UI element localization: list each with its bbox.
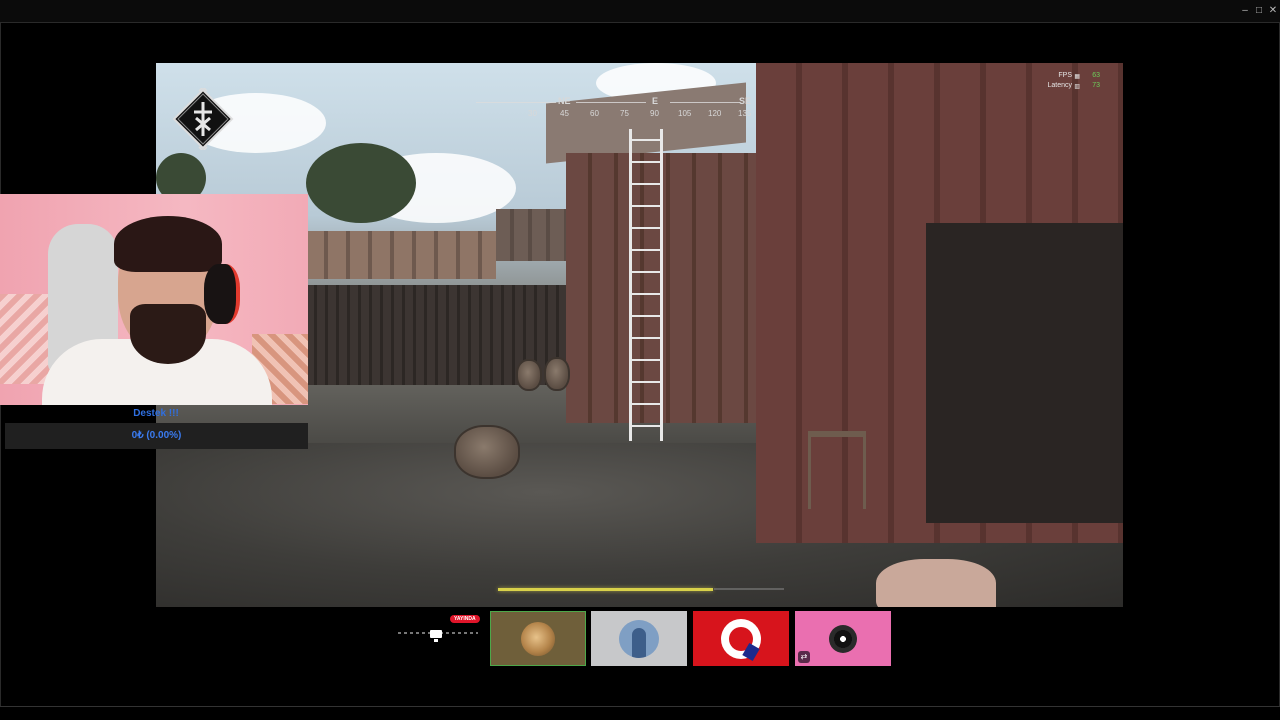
latency-value: 73 bbox=[1092, 82, 1100, 89]
donation-title: Destek !!! bbox=[133, 408, 179, 419]
maximize-button[interactable]: □ bbox=[1252, 4, 1266, 18]
stamina-bar bbox=[498, 588, 713, 591]
compass-tick: 45 bbox=[560, 109, 569, 118]
ladder-rung bbox=[629, 381, 663, 383]
ladder-rung bbox=[629, 403, 663, 405]
barrel bbox=[544, 357, 570, 391]
ladder-rail-left bbox=[629, 129, 632, 441]
monitor-icon bbox=[430, 630, 442, 638]
barn-doorway bbox=[926, 223, 1123, 523]
webcam-overlay bbox=[0, 194, 308, 405]
ladder-rung bbox=[629, 161, 663, 163]
tree bbox=[306, 143, 416, 223]
ladder-rung bbox=[629, 227, 663, 229]
person-tile[interactable] bbox=[591, 611, 687, 666]
streamer-hair bbox=[114, 216, 222, 272]
ladder-rung bbox=[629, 337, 663, 339]
fort-walkway bbox=[306, 231, 496, 279]
compass-tick: 135 bbox=[738, 109, 752, 118]
performance-overlay: FPS ▦ 63 Latency ▥ 73 bbox=[1034, 71, 1100, 91]
person-icon bbox=[619, 619, 659, 658]
compass-dir-e: E bbox=[652, 96, 659, 106]
compass-emblem-icon bbox=[172, 88, 234, 150]
ladder-rung bbox=[629, 293, 663, 295]
vinyl-icon bbox=[829, 624, 857, 653]
compass-tick: 60 bbox=[590, 109, 599, 118]
latency-icon: ▥ bbox=[1074, 84, 1080, 90]
live-badge: YAYINDA bbox=[450, 615, 480, 623]
compass-dir-se: SE bbox=[739, 96, 752, 106]
barrel bbox=[516, 359, 542, 391]
minimize-button[interactable]: – bbox=[1238, 4, 1252, 18]
compass-tick: 75 bbox=[620, 109, 629, 118]
monitor-stand bbox=[434, 639, 438, 642]
streamer-beard bbox=[130, 304, 206, 364]
ladder-rung bbox=[629, 139, 663, 141]
headset-icon bbox=[204, 264, 240, 324]
window-bottom-divider bbox=[0, 706, 1280, 707]
share-icon: ⇄ bbox=[798, 651, 810, 663]
ladder-rung bbox=[629, 205, 663, 207]
donation-progress-bar: 0₺ (0.00%) bbox=[5, 423, 308, 449]
compass-tick: 120 bbox=[708, 109, 722, 118]
music-tile[interactable]: ⇄ bbox=[795, 611, 891, 666]
ladder-rung bbox=[629, 183, 663, 185]
ladder-rung bbox=[629, 271, 663, 273]
compass-tick: 105 bbox=[678, 109, 692, 118]
snail-tile[interactable] bbox=[490, 611, 586, 666]
stamina-bar-remainder bbox=[714, 588, 784, 590]
ladder-rung bbox=[629, 359, 663, 361]
red-logo-icon bbox=[721, 618, 761, 661]
watch-tower bbox=[496, 209, 570, 261]
latency-label: Latency bbox=[1047, 82, 1072, 89]
ladder-rung bbox=[629, 425, 663, 427]
barrel bbox=[454, 425, 520, 479]
stool bbox=[808, 431, 866, 509]
player-hand bbox=[876, 559, 996, 607]
ladder-rail-right bbox=[660, 129, 663, 441]
close-button[interactable]: ✕ bbox=[1266, 4, 1280, 18]
ladder-rung bbox=[629, 249, 663, 251]
live-indicator: YAYINDA bbox=[394, 612, 484, 652]
compass-tick: 90 bbox=[650, 109, 659, 118]
compass-dir-ne: NE bbox=[558, 96, 571, 106]
red-logo-tile[interactable] bbox=[693, 611, 789, 666]
ladder-rung bbox=[629, 315, 663, 317]
snail-icon bbox=[521, 621, 555, 656]
window-titlebar: – □ ✕ bbox=[0, 0, 1280, 23]
fps-label: FPS bbox=[1058, 72, 1072, 79]
compass-bar: NE E SE 30 45 60 75 90 105 120 135 bbox=[456, 96, 776, 124]
compass-tick: 30 bbox=[528, 109, 537, 118]
fps-value: 63 bbox=[1092, 72, 1100, 79]
